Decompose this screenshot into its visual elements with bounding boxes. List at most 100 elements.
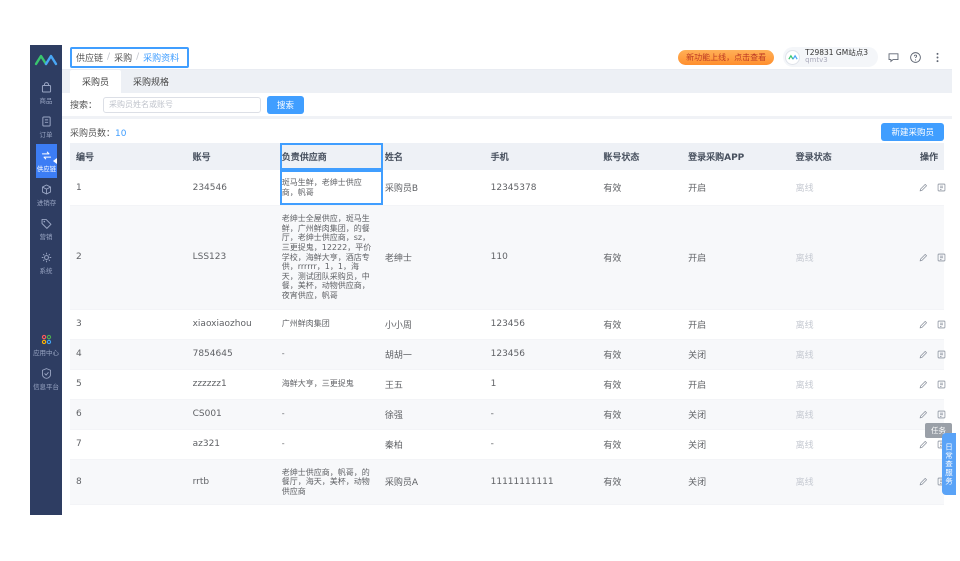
edit-icon[interactable]	[918, 349, 929, 360]
cell-no: 3	[70, 309, 191, 340]
cell-account: xiaoxiaozhou	[190, 309, 280, 340]
sidebar-item-goods[interactable]: 商品	[36, 76, 57, 110]
cell-operations	[908, 170, 947, 207]
breadcrumb-purchase[interactable]: 采购	[114, 51, 132, 64]
breadcrumb-supply-chain[interactable]: 供应链	[76, 51, 103, 64]
cell-phone: 110	[488, 205, 602, 310]
detail-icon[interactable]	[936, 319, 947, 330]
site-avatar	[785, 49, 801, 65]
sidebar-item-label: 订单	[39, 131, 53, 139]
cell-status: 有效	[601, 504, 687, 515]
cell-operations	[908, 369, 947, 400]
cell-login: 离线	[793, 504, 909, 515]
column-header: 登录状态	[793, 143, 909, 170]
cell-name: 采先生	[382, 504, 489, 515]
cell-name: 采购员B	[382, 170, 489, 207]
topbar-right: 新功能上线，点击查看 T29831 GM站点3 qmtv3	[678, 47, 944, 67]
table-row: 3 xiaoxiaozhou 广州鲜肉集团 小小周 123456 有效 开启 离线	[70, 309, 947, 340]
edit-icon[interactable]	[918, 379, 929, 390]
breadcrumb-purchase-data[interactable]: 采购资料	[143, 51, 179, 64]
content: 采购员数：10 新建采购员 编号 账号 负责供应商 姓名 手机 账号状态 登录采购APP 登录…	[62, 119, 952, 515]
column-header: 操作	[908, 143, 944, 170]
detail-icon[interactable]	[936, 252, 947, 263]
table-row: 5 zzzzzz1 海鲜大亨，三更捉鬼 王五 1 有效 开启 离线	[70, 369, 947, 400]
sidebar-item-supply-chain[interactable]: 供应链	[35, 144, 57, 178]
edit-icon[interactable]	[918, 514, 929, 515]
sidebar-item-system[interactable]: 系统	[36, 246, 57, 280]
detail-icon[interactable]	[936, 514, 947, 515]
tab-purchase-spec[interactable]: 采购规格	[121, 70, 181, 93]
message-icon[interactable]	[887, 51, 900, 64]
cell-name: 徐强	[382, 399, 489, 430]
detail-icon[interactable]	[936, 349, 947, 360]
service-ribbon[interactable]: 日常查服务	[942, 433, 956, 495]
cell-login: 离线	[793, 170, 909, 207]
sidebar-item-info-platform[interactable]: 信息平台	[32, 362, 60, 396]
detail-icon[interactable]	[936, 182, 947, 193]
create-purchaser-button[interactable]: 新建采购员	[881, 123, 944, 141]
sidebar-item-orders[interactable]: 订单	[36, 110, 57, 144]
breadcrumb-separator: /	[107, 52, 111, 62]
site-subname: qmtv3	[805, 56, 828, 65]
edit-icon[interactable]	[918, 476, 929, 487]
cell-no: 4	[70, 339, 191, 370]
cell-login: 离线	[793, 309, 909, 340]
sidebar-item-label: 供应链	[36, 165, 56, 173]
cell-status: 有效	[601, 369, 687, 400]
edit-icon[interactable]	[918, 439, 929, 450]
cell-name: 秦柏	[382, 429, 489, 460]
cell-operations	[908, 309, 947, 340]
cell-status: 有效	[601, 429, 687, 460]
table-row: 9buy老绅士供应商，sz采先生-有效开启离线	[70, 504, 947, 515]
search-button[interactable]: 搜索	[267, 95, 305, 114]
account-chip[interactable]: T29831 GM站点3 qmtv3	[783, 47, 878, 67]
help-icon[interactable]	[909, 51, 922, 64]
edit-icon[interactable]	[918, 252, 929, 263]
goods-icon	[41, 82, 51, 93]
edit-icon[interactable]	[918, 182, 929, 193]
search-input[interactable]	[103, 96, 262, 113]
edit-icon[interactable]	[918, 319, 929, 330]
cell-status: 有效	[601, 339, 687, 370]
sidebar-item-inventory[interactable]: 进销存	[36, 178, 57, 212]
marketing-icon	[41, 218, 51, 229]
cell-status: 有效	[601, 205, 687, 310]
detail-icon[interactable]	[936, 379, 947, 390]
breadcrumb-separator: /	[136, 52, 140, 62]
orders-icon	[41, 116, 51, 127]
sidebar-item-marketing[interactable]: 营销	[36, 212, 57, 246]
cell-login: 离线	[793, 399, 909, 430]
more-menu-icon[interactable]	[931, 51, 944, 64]
cell-app: 开启	[686, 205, 794, 310]
column-header: 登录采购APP	[686, 143, 794, 170]
cell-no: 6	[70, 399, 191, 430]
table-row: 6 CS001- 徐强 - 有效 关闭 离线	[70, 399, 947, 430]
cell-suppliers: 海鲜大亨，三更捉鬼	[279, 369, 383, 400]
column-header: 负责供应商	[279, 143, 383, 170]
sidebar-item-app-center[interactable]: 应用中心	[32, 328, 60, 362]
new-feature-notice[interactable]: 新功能上线，点击查看	[678, 49, 775, 65]
cell-login: 离线	[793, 459, 909, 506]
brand-logo-icon[interactable]	[34, 52, 58, 68]
cell-no: 9	[70, 504, 191, 515]
app-window: 商品 订单 供应链 进销存 营销 系统 应用中心 信息平台 供应链 / 采购 / 采购资料 …	[30, 45, 956, 515]
cell-phone: 123456	[488, 339, 602, 370]
purchaser-count: 采购员数：10	[70, 128, 127, 139]
cell-account: rrtb	[190, 459, 280, 506]
edit-icon[interactable]	[918, 409, 929, 420]
cell-name: 采购员A	[382, 459, 489, 506]
cell-name: 胡胡一	[382, 339, 489, 370]
cell-suppliers: 老绅士供应商，sz	[279, 504, 383, 515]
purchaser-table: 编号 账号 负责供应商 姓名 手机 账号状态 登录采购APP 登录状态 操作 1 234546 斑马…	[70, 143, 947, 515]
cell-no: 2	[70, 205, 191, 310]
table-header-row: 编号 账号 负责供应商 姓名 手机 账号状态 登录采购APP 登录状态 操作	[70, 143, 944, 170]
tab-bar: 采购员 采购规格	[62, 70, 952, 93]
tab-purchaser[interactable]: 采购员	[70, 70, 122, 93]
column-header: 姓名	[382, 143, 489, 170]
sidebar-item-label: 商品	[39, 97, 53, 105]
cell-account: CS001	[190, 399, 280, 430]
sidebar-item-label: 营销	[39, 233, 53, 241]
purchaser-count-value: 10	[115, 128, 127, 139]
detail-icon[interactable]	[936, 409, 947, 420]
cell-status: 有效	[601, 170, 687, 207]
